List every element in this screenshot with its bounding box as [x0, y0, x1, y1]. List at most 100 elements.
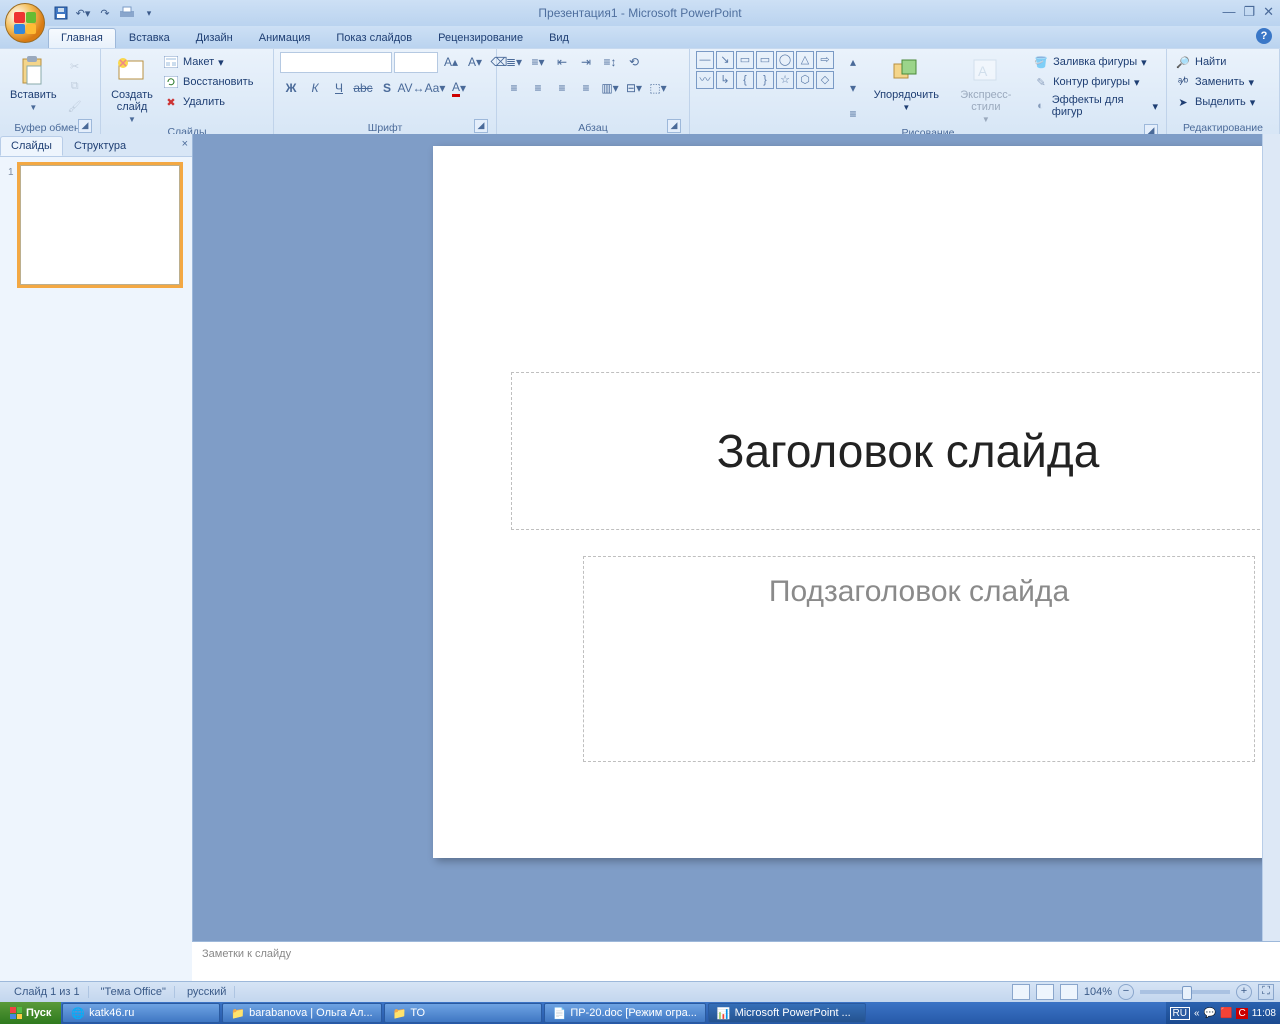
panel-close-button[interactable]: ×: [182, 138, 188, 150]
slide-editor[interactable]: Заголовок слайда Подзаголовок слайда: [193, 134, 1280, 982]
notes-pane[interactable]: Заметки к слайду: [192, 941, 1280, 982]
tab-view[interactable]: Вид: [536, 28, 582, 48]
clipboard-launcher[interactable]: ◢: [78, 119, 92, 133]
char-spacing-button[interactable]: AV↔: [400, 77, 422, 99]
view-normal-button[interactable]: [1012, 984, 1030, 1000]
arrange-button[interactable]: Упорядочить▼: [872, 51, 941, 112]
indent-inc-button[interactable]: ⇥: [575, 51, 597, 73]
bold-button[interactable]: Ж: [280, 77, 302, 99]
paste-button[interactable]: Вставить ▼: [6, 51, 61, 112]
font-color-button[interactable]: A▾: [448, 77, 470, 99]
shape-effects-button[interactable]: ◐Эффекты для фигур ▾: [1031, 93, 1160, 119]
shape-fill-button[interactable]: 🪣Заливка фигуры ▾: [1031, 53, 1160, 71]
align-center-button[interactable]: ≡: [527, 77, 549, 99]
find-button[interactable]: 🔎Найти: [1173, 53, 1257, 71]
bullets-button[interactable]: ≣▾: [503, 51, 525, 73]
slide-thumbnail-1[interactable]: 1: [8, 165, 184, 285]
align-text-button[interactable]: ⊟▾: [623, 77, 645, 99]
underline-button[interactable]: Ч: [328, 77, 350, 99]
format-painter-button[interactable]: 🖌: [65, 97, 85, 115]
clock[interactable]: 11:08: [1252, 1008, 1276, 1019]
taskbar-item-3[interactable]: 📄ПР-20.doc [Режим огра...: [544, 1003, 706, 1023]
language-indicator[interactable]: RU: [1170, 1007, 1190, 1020]
slide-canvas[interactable]: Заголовок слайда Подзаголовок слайда: [433, 146, 1280, 858]
shapes-gallery[interactable]: —↘▭▭◯△⇨ 〰↳{}☆⬡◇: [696, 51, 834, 89]
numbering-button[interactable]: ≡▾: [527, 51, 549, 73]
windows-logo-icon: [10, 1007, 22, 1019]
taskbar-item-0[interactable]: 🌐katk46.ru: [62, 1003, 220, 1023]
tab-review[interactable]: Рецензирование: [425, 28, 536, 48]
vertical-scrollbar[interactable]: [1262, 134, 1280, 982]
undo-icon[interactable]: ↶▾: [74, 4, 92, 22]
tab-slideshow[interactable]: Показ слайдов: [323, 28, 425, 48]
replace-button[interactable]: ᵃ⁄ᵇЗаменить ▾: [1173, 73, 1257, 91]
subtitle-placeholder[interactable]: Подзаголовок слайда: [583, 556, 1255, 762]
group-paragraph-label: Абзац◢: [503, 120, 683, 135]
columns-button[interactable]: ▥▾: [599, 77, 621, 99]
tray-icon-3[interactable]: C: [1236, 1008, 1247, 1019]
shapes-more-button[interactable]: ≡: [842, 103, 864, 125]
font-family-select[interactable]: [280, 52, 392, 73]
select-button[interactable]: ➤Выделить ▾: [1173, 93, 1257, 111]
copy-button[interactable]: ⧉: [65, 77, 85, 95]
save-icon[interactable]: [52, 4, 70, 22]
copy-icon: ⧉: [67, 78, 83, 94]
font-size-select[interactable]: [394, 52, 438, 73]
tray-expand-icon[interactable]: «: [1194, 1008, 1200, 1019]
taskbar-item-4[interactable]: 📊Microsoft PowerPoint ...: [708, 1003, 866, 1023]
align-right-button[interactable]: ≡: [551, 77, 573, 99]
delete-slide-button[interactable]: ✖Удалить: [161, 93, 255, 111]
quickprint-icon[interactable]: [118, 4, 136, 22]
start-button[interactable]: Пуск: [0, 1002, 61, 1024]
help-button[interactable]: ?: [1256, 28, 1272, 44]
panel-tab-outline[interactable]: Структура: [63, 136, 137, 156]
line-spacing-button[interactable]: ≡↕: [599, 51, 621, 73]
shapes-more-up[interactable]: ▴: [842, 51, 864, 73]
minimize-button[interactable]: —: [1222, 4, 1235, 20]
taskbar-item-2[interactable]: 📁ТО: [384, 1003, 542, 1023]
zoom-slider[interactable]: [1140, 990, 1230, 994]
fit-window-button[interactable]: ⛶: [1258, 984, 1274, 1000]
shapes-more-down[interactable]: ▾: [842, 77, 864, 99]
smartart-button[interactable]: ⬚▾: [647, 77, 669, 99]
align-justify-button[interactable]: ≡: [575, 77, 597, 99]
text-direction-button[interactable]: ⟲: [623, 51, 645, 73]
restore-button[interactable]: ❐: [1243, 4, 1255, 20]
italic-button[interactable]: К: [304, 77, 326, 99]
indent-dec-button[interactable]: ⇤: [551, 51, 573, 73]
tray-icon-2[interactable]: 🟥: [1220, 1008, 1232, 1019]
tab-animations[interactable]: Анимация: [246, 28, 324, 48]
shadow-button[interactable]: S: [376, 77, 398, 99]
reset-button[interactable]: Восстановить: [161, 73, 255, 91]
align-left-button[interactable]: ≡: [503, 77, 525, 99]
quick-styles-button[interactable]: A Экспресс-стили▼: [945, 51, 1028, 124]
title-placeholder[interactable]: Заголовок слайда: [511, 372, 1280, 530]
strike-button[interactable]: abc: [352, 77, 374, 99]
tray-icon-1[interactable]: 💬: [1204, 1008, 1216, 1019]
font-launcher[interactable]: ◢: [474, 119, 488, 133]
qat-customize-icon[interactable]: ▾: [140, 4, 158, 22]
view-slideshow-button[interactable]: [1060, 984, 1078, 1000]
zoom-out-button[interactable]: −: [1118, 984, 1134, 1000]
shrink-font-button[interactable]: A▾: [464, 51, 486, 73]
view-sorter-button[interactable]: [1036, 984, 1054, 1000]
cut-button[interactable]: ✂: [65, 57, 85, 75]
word-icon: 📄: [553, 1007, 567, 1020]
zoom-in-button[interactable]: +: [1236, 984, 1252, 1000]
status-language[interactable]: русский: [179, 986, 235, 998]
tab-insert[interactable]: Вставка: [116, 28, 183, 48]
new-slide-button[interactable]: Создать слайд ▼: [107, 51, 157, 124]
taskbar-item-1[interactable]: 📁barabanova | Ольга Ал...: [222, 1003, 381, 1023]
office-button[interactable]: [5, 3, 45, 43]
panel-tab-slides[interactable]: Слайды: [0, 136, 63, 156]
tab-home[interactable]: Главная: [48, 28, 116, 48]
shape-outline-button[interactable]: ✎Контур фигуры ▾: [1031, 73, 1160, 91]
layout-button[interactable]: Макет ▾: [161, 53, 255, 71]
tab-design[interactable]: Дизайн: [183, 28, 246, 48]
change-case-button[interactable]: Aa▾: [424, 77, 446, 99]
redo-icon[interactable]: ↷: [96, 4, 114, 22]
zoom-percent[interactable]: 104%: [1084, 986, 1112, 998]
grow-font-button[interactable]: A▴: [440, 51, 462, 73]
close-button[interactable]: ✕: [1263, 4, 1274, 20]
paragraph-launcher[interactable]: ◢: [667, 119, 681, 133]
